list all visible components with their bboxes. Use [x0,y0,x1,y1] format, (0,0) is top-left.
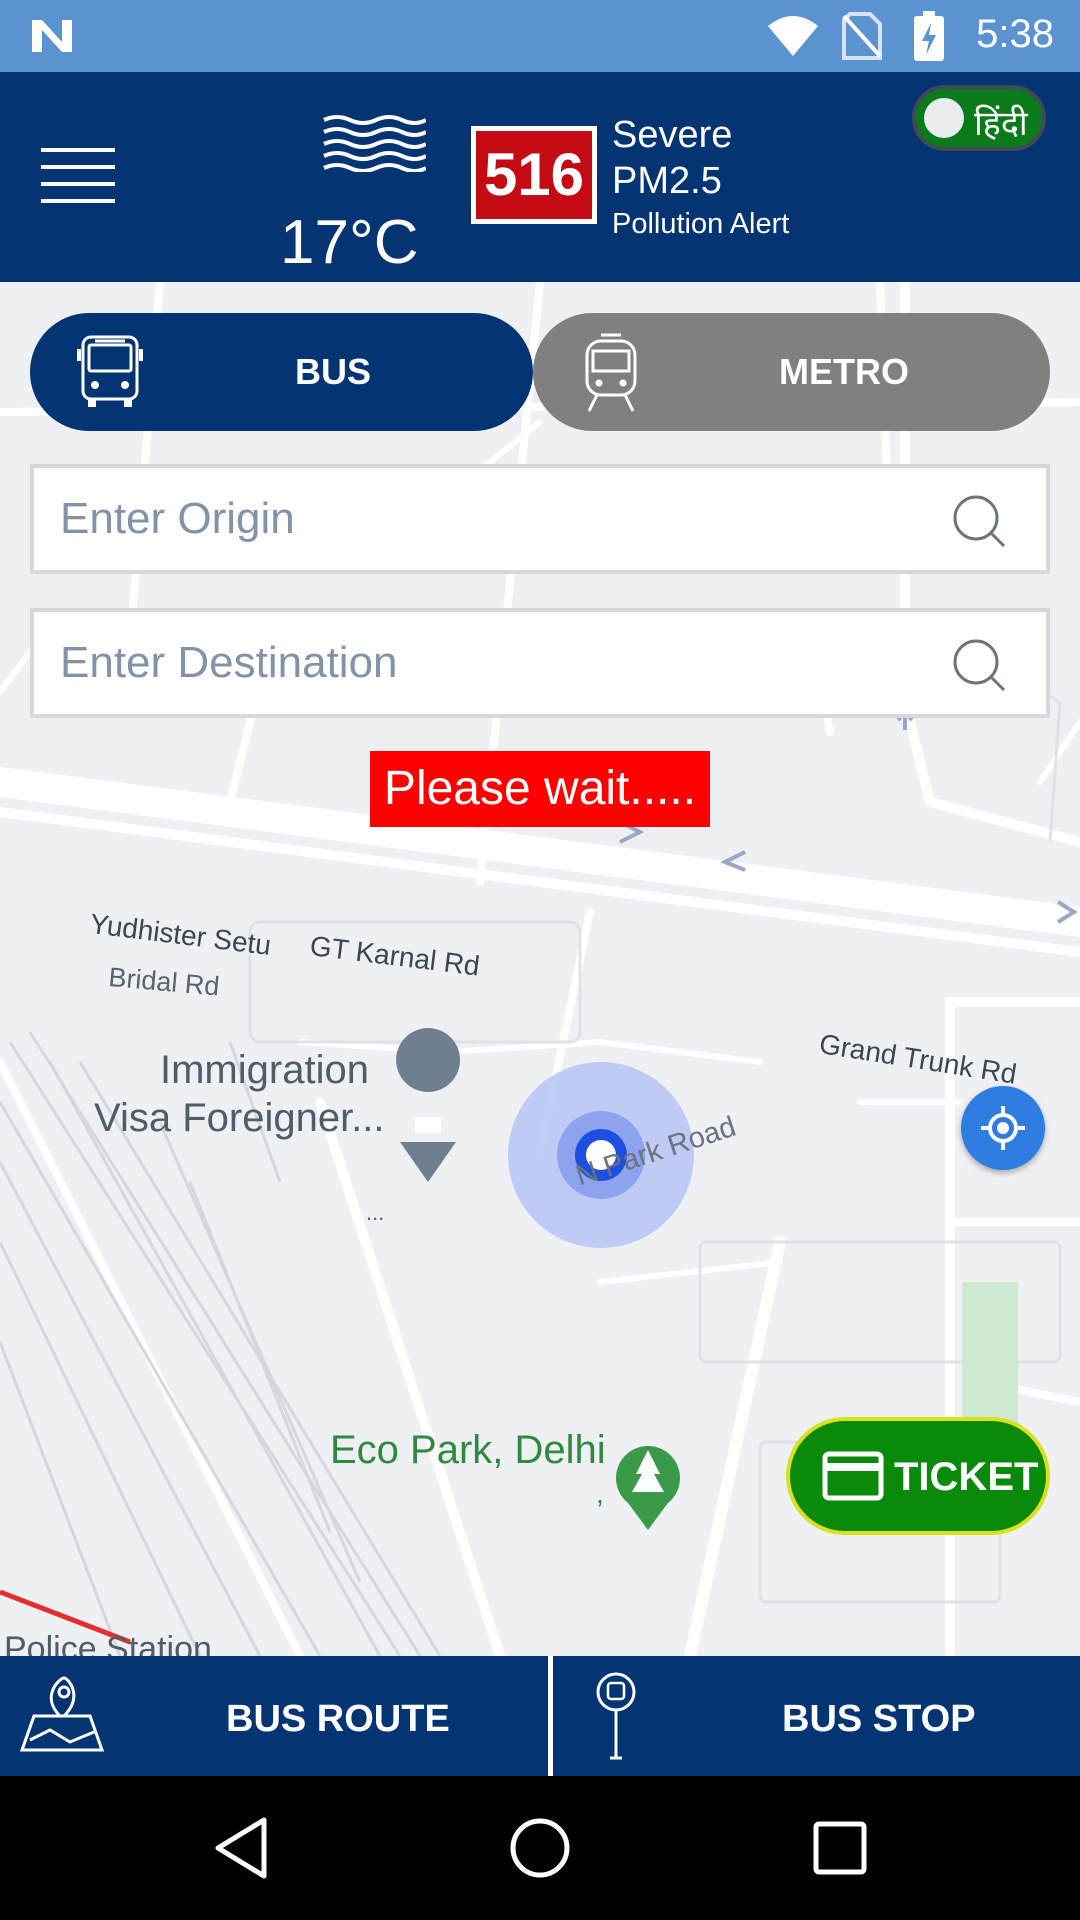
aqi-value: 516 [476,131,592,219]
map-label-immigration-1: Immigration [160,1048,369,1092]
no-sim-icon [842,12,882,60]
search-icon[interactable] [952,638,1008,694]
aqi-pollutant: PM2.5 [612,160,722,202]
language-toggle-label: हिंदी [974,104,1028,144]
app-screen: 5:38 17°C 516 Severe PM2.5 Pollution Ale… [0,0,1080,1920]
temperature: 17°C [280,208,419,277]
aqi-badge: 516 [471,126,597,224]
destination-field [30,608,1050,718]
home-icon[interactable] [508,1816,572,1880]
app-header: 17°C 516 Severe PM2.5 Pollution Alert हि… [0,72,1080,282]
language-toggle[interactable]: हिंदी [912,85,1046,151]
tab-bus[interactable]: BUS [30,313,533,431]
destination-input[interactable] [60,630,920,696]
system-navigation-bar [0,1776,1080,1920]
map-label-immigration-2: Visa Foreigner... [94,1096,385,1140]
metro-train-icon [585,333,637,412]
map-label-immigration-ellipsis: ... [366,1200,385,1225]
tab-bus-label: BUS [295,351,372,392]
search-icon[interactable] [952,494,1008,550]
menu-icon[interactable] [41,148,115,204]
wifi-icon [768,16,818,56]
aqi-info: Severe PM2.5 Pollution Alert [612,112,789,244]
crosshair-icon [981,1106,1025,1150]
bus-stop-icon [596,1672,636,1760]
toggle-knob [924,98,964,138]
bus-stop-button[interactable]: BUS STOP [554,1656,1080,1776]
loading-message: Please wait..... [370,751,710,827]
bus-stop-label: BUS STOP [782,1698,976,1740]
ticket-button-label: TICKET [894,1455,1039,1499]
recents-icon[interactable] [812,1820,868,1876]
my-location-button[interactable] [961,1086,1045,1170]
bus-route-button[interactable]: BUS ROUTE [0,1656,550,1776]
origin-input[interactable] [60,486,920,552]
bottom-navigation: BUS ROUTE BUS STOP [0,1656,1080,1776]
route-map-icon [20,1676,104,1752]
map-label-eco-park: Eco Park, Delhi [330,1428,606,1472]
map-label-police-station: Police Station [4,1630,212,1656]
back-icon[interactable] [212,1816,272,1880]
notification-n-icon [32,20,72,52]
status-bar: 5:38 [0,0,1080,72]
origin-field [30,464,1050,574]
aqi-severity: Severe [612,114,733,156]
bus-icon [77,335,143,407]
bottom-nav-divider [548,1656,553,1776]
aqi-alert-label: Pollution Alert [612,208,790,240]
haze-weather-icon [323,115,426,172]
map-label-eco-park-sub: , [596,1478,604,1509]
bus-route-label: BUS ROUTE [226,1698,450,1740]
card-icon [822,1451,884,1501]
ticket-button[interactable]: TICKET [786,1417,1050,1535]
tab-metro-label: METRO [779,351,909,392]
clock: 5:38 [976,12,1054,56]
tab-metro[interactable]: METRO [533,313,1050,431]
battery-icon [914,11,944,61]
